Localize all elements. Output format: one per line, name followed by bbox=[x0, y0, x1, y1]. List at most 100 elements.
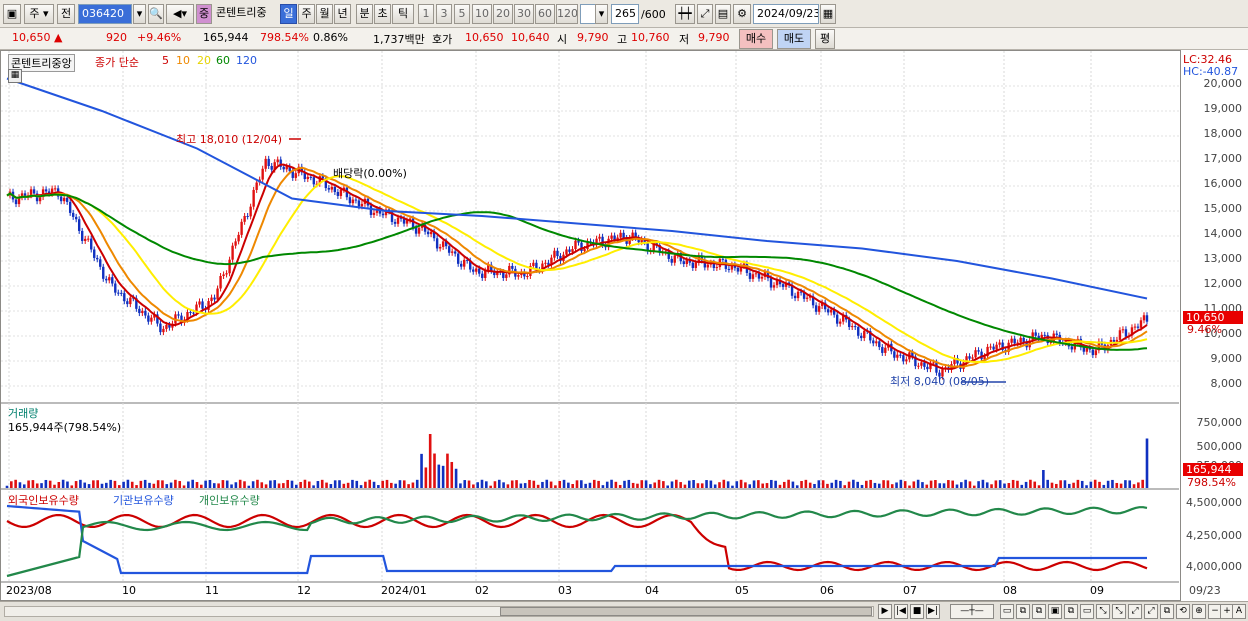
tool-icon[interactable]: ⧉ bbox=[1064, 604, 1078, 619]
volume-bar bbox=[839, 480, 842, 488]
candle-body bbox=[354, 199, 358, 201]
period-minute[interactable]: 분 bbox=[356, 4, 373, 24]
volume-bar bbox=[441, 465, 445, 488]
holdings-individual-legend: 개인보유수량 bbox=[199, 494, 260, 507]
period-year[interactable]: 년 bbox=[334, 4, 351, 24]
period-tick[interactable]: 틱 bbox=[392, 4, 414, 24]
candle-body bbox=[267, 158, 270, 167]
custom-interval-dropdown-icon[interactable]: ▾ bbox=[595, 4, 608, 24]
period-month[interactable]: 월 bbox=[316, 4, 333, 24]
volume-bar bbox=[977, 481, 980, 488]
x-tick: 05 bbox=[735, 584, 749, 597]
tool-icon[interactable]: ▭ bbox=[1080, 604, 1094, 619]
candle-body bbox=[505, 274, 508, 278]
table-icon[interactable]: ▦ bbox=[8, 69, 22, 83]
volume-bar bbox=[96, 480, 99, 488]
period-day[interactable]: 일 bbox=[280, 4, 297, 24]
tool-icon[interactable]: ⧉ bbox=[1032, 604, 1046, 619]
scroll-track[interactable] bbox=[4, 606, 874, 617]
volume-bar bbox=[83, 482, 87, 488]
scroll-last-icon[interactable]: ▶| bbox=[926, 604, 940, 619]
candle-body bbox=[481, 273, 484, 278]
interval-5[interactable]: 5 bbox=[454, 4, 470, 24]
volume-bar bbox=[860, 484, 864, 488]
volume-bar bbox=[666, 485, 669, 488]
save-icon[interactable]: ▤ bbox=[715, 4, 731, 24]
volume-bar bbox=[903, 481, 907, 488]
tool-icon[interactable]: ⤡ bbox=[1096, 604, 1110, 619]
volume-bar bbox=[472, 484, 475, 488]
buy-button[interactable]: 매수 bbox=[739, 29, 773, 49]
volume-bar bbox=[135, 485, 138, 488]
eval-button[interactable]: 평 bbox=[815, 29, 835, 49]
candle-icon[interactable]: ┿┿ bbox=[675, 4, 695, 24]
volume-bar bbox=[290, 480, 294, 488]
search-icon[interactable]: 🔍 bbox=[148, 4, 164, 24]
candle-body bbox=[330, 186, 334, 190]
y-tick: 19,000 bbox=[1203, 102, 1243, 115]
interval-120[interactable]: 120 bbox=[556, 4, 578, 24]
tool-icon[interactable]: ⤢ bbox=[1144, 604, 1158, 619]
code-dropdown-icon[interactable]: ▾ bbox=[133, 4, 146, 24]
interval-60[interactable]: 60 bbox=[535, 4, 555, 24]
tool-icon[interactable]: ⟲ bbox=[1176, 604, 1190, 619]
volume-bar bbox=[571, 484, 574, 488]
scroll-right-icon[interactable]: ▶ bbox=[878, 604, 892, 619]
volume-bar bbox=[834, 479, 838, 488]
font-icon[interactable]: A bbox=[1232, 604, 1246, 619]
stop-icon[interactable]: ■ bbox=[910, 604, 924, 619]
candle-body bbox=[760, 276, 764, 279]
line-tool-icon[interactable]: ⤢ bbox=[697, 4, 713, 24]
candle-body bbox=[553, 250, 556, 258]
tool-icon[interactable]: ⤢ bbox=[1128, 604, 1142, 619]
volume-bar bbox=[791, 481, 795, 488]
volume-bar bbox=[100, 483, 104, 488]
interval-1[interactable]: 1 bbox=[418, 4, 434, 24]
volume-bar bbox=[18, 482, 22, 488]
interval-20[interactable]: 20 bbox=[493, 4, 513, 24]
volume-bar bbox=[1055, 483, 1058, 488]
sell-button[interactable]: 매도 bbox=[777, 29, 811, 49]
volume-bar bbox=[640, 480, 644, 488]
interval-3[interactable]: 3 bbox=[436, 4, 452, 24]
volume-bar bbox=[109, 479, 112, 488]
candle-body bbox=[1085, 347, 1089, 352]
tool-icon[interactable]: ▭ bbox=[1000, 604, 1014, 619]
calendar-icon[interactable]: ▦ bbox=[820, 4, 836, 24]
candle-body bbox=[108, 277, 111, 281]
candle-body bbox=[453, 251, 457, 254]
zoom-in-icon[interactable]: ⊕ bbox=[1192, 604, 1206, 619]
volume-bar bbox=[895, 482, 898, 488]
tool-icon[interactable]: ▣ bbox=[1048, 604, 1062, 619]
candle-body bbox=[896, 354, 899, 358]
volume-bar bbox=[882, 480, 885, 488]
tool-icon[interactable]: ⧉ bbox=[1016, 604, 1030, 619]
jeon-button[interactable]: 전 bbox=[57, 4, 75, 24]
volume-bar bbox=[264, 484, 268, 488]
tool-icon[interactable]: ⧉ bbox=[1160, 604, 1174, 619]
zoom-slider[interactable]: —┼— bbox=[950, 604, 994, 619]
candle-body bbox=[998, 342, 1001, 345]
period-second[interactable]: 초 bbox=[374, 4, 391, 24]
candle-body bbox=[114, 283, 117, 293]
layout-icon[interactable]: ▣ bbox=[3, 4, 21, 24]
candle-body bbox=[360, 203, 364, 207]
stock-code-input[interactable]: 036420 bbox=[78, 4, 132, 24]
gear-icon[interactable]: ⚙ bbox=[733, 4, 751, 24]
interval-10[interactable]: 10 bbox=[472, 4, 492, 24]
turnover: 0.86% bbox=[313, 31, 348, 44]
scroll-first-icon[interactable]: |◀ bbox=[894, 604, 908, 619]
interval-30[interactable]: 30 bbox=[514, 4, 534, 24]
date-input[interactable]: 2024/09/23 bbox=[753, 4, 819, 24]
scroll-thumb[interactable] bbox=[500, 607, 872, 616]
low-annotation: 최저 8,040 (08/05) bbox=[890, 375, 990, 388]
volume-bar bbox=[808, 482, 812, 488]
period-dropdown[interactable]: 주 ▾ bbox=[24, 4, 54, 24]
period-week[interactable]: 주 bbox=[298, 4, 315, 24]
count-input[interactable]: 265 bbox=[611, 4, 639, 24]
tool-icon[interactable]: ⤡ bbox=[1112, 604, 1126, 619]
sound-icon[interactable]: ◀▾ bbox=[166, 4, 194, 24]
candle-body bbox=[884, 347, 887, 353]
volume-bar bbox=[212, 483, 216, 488]
candle-body bbox=[902, 355, 905, 362]
